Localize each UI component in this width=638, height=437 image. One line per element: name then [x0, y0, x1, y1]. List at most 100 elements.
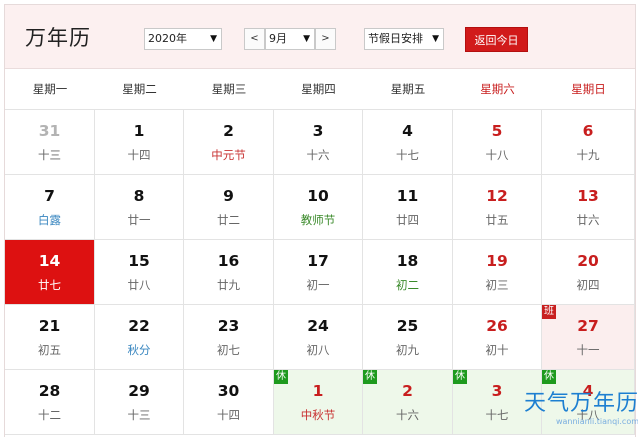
- lunar-date: 廿五: [485, 213, 509, 227]
- day-cell[interactable]: 休 2 十六: [363, 370, 453, 435]
- day-cell[interactable]: 25 初九: [363, 305, 453, 370]
- day-cell[interactable]: 11 廿四: [363, 175, 453, 240]
- weekday-label: 星期四: [301, 82, 336, 96]
- lunar-date: 廿九: [217, 278, 240, 292]
- watermark: 天气万年历 wannianli.tianqi.com: [513, 391, 638, 427]
- day-cell[interactable]: 23 初七: [184, 305, 274, 370]
- lunar-date: 初九: [396, 343, 419, 357]
- lunar-date: 十七: [396, 148, 419, 162]
- back-to-today-button[interactable]: 返回今日: [465, 27, 528, 52]
- lunar-date: 十三: [127, 408, 151, 422]
- day-cell[interactable]: 21 初五: [5, 305, 95, 370]
- prev-month-button[interactable]: <: [244, 28, 265, 50]
- lunar-date: 教师节: [300, 213, 336, 227]
- day-number: 13: [577, 187, 599, 205]
- lunar-date: 初七: [217, 343, 240, 357]
- day-cell[interactable]: 22 秋分: [95, 305, 184, 370]
- lunar-date: 十九: [576, 148, 600, 162]
- lunar-date: 白露: [38, 213, 61, 227]
- lunar-date: 廿一: [127, 213, 151, 227]
- day-number: 7: [44, 187, 55, 205]
- day-cell[interactable]: 17 初一: [274, 240, 363, 305]
- lunar-date: 十一: [576, 343, 600, 357]
- day-cell[interactable]: 10 教师节: [274, 175, 363, 240]
- day-number: 19: [486, 252, 508, 270]
- day-number: 14: [38, 252, 61, 270]
- calendar-widget: 万年历 2020年 ▼ < 9月 ▼ > 节假日安排 ▼ 返回今日 星期一 星期二…: [4, 4, 638, 437]
- holiday-select-value: 节假日安排: [368, 32, 423, 45]
- day-cell[interactable]: 休 1 中秋节: [274, 370, 363, 435]
- day-cell[interactable]: 5 十八: [453, 110, 542, 175]
- day-cell-today[interactable]: 14 廿七: [5, 240, 95, 305]
- day-cell[interactable]: 29 十三: [95, 370, 184, 435]
- weekday-label: 星期日: [571, 82, 606, 96]
- day-cell[interactable]: 30 十四: [184, 370, 274, 435]
- day-cell[interactable]: 16 廿九: [184, 240, 274, 305]
- lunar-date: 廿七: [38, 278, 61, 292]
- lunar-date: 十二: [38, 408, 61, 422]
- next-month-button[interactable]: >: [315, 28, 336, 50]
- day-cell[interactable]: 班 27 十一: [542, 305, 635, 370]
- lunar-date: 十八: [485, 148, 509, 162]
- day-number: 8: [133, 187, 145, 205]
- weekday-label: 星期二: [122, 82, 157, 96]
- day-cell[interactable]: 26 初十: [453, 305, 542, 370]
- month-select[interactable]: 9月 ▼: [265, 28, 315, 50]
- day-number: 25: [396, 317, 419, 335]
- day-number: 28: [38, 382, 61, 400]
- day-cell[interactable]: 7 白露: [5, 175, 95, 240]
- day-number: 2: [223, 122, 234, 140]
- day-number: 12: [486, 187, 508, 205]
- lunar-date: 秋分: [127, 343, 151, 357]
- lunar-date: 廿八: [127, 278, 151, 292]
- day-cell[interactable]: 4 十七: [363, 110, 453, 175]
- lunar-date: 十六: [396, 408, 419, 422]
- year-select[interactable]: 2020年 ▼: [144, 28, 222, 50]
- day-cell[interactable]: 8 廿一: [95, 175, 184, 240]
- day-cell[interactable]: 13 廿六: [542, 175, 635, 240]
- day-cell[interactable]: 9 廿二: [184, 175, 274, 240]
- day-number: 20: [577, 252, 599, 270]
- lunar-date: 初八: [306, 343, 330, 357]
- day-cell[interactable]: 3 十六: [274, 110, 363, 175]
- day-cell[interactable]: 31 十三: [5, 110, 95, 175]
- day-number: 27: [577, 317, 599, 335]
- holiday-select[interactable]: 节假日安排 ▼: [364, 28, 444, 50]
- weekday-header-row: 星期一 星期二 星期三 星期四 星期五 星期六 星期日: [5, 69, 635, 110]
- day-number: 24: [307, 317, 329, 335]
- day-cell[interactable]: 18 初二: [363, 240, 453, 305]
- day-number: 16: [217, 252, 240, 270]
- page-title: 万年历: [25, 26, 91, 50]
- day-number: 29: [128, 382, 150, 400]
- day-cell[interactable]: 28 十二: [5, 370, 95, 435]
- lunar-date: 初二: [396, 278, 419, 292]
- day-number: 11: [396, 187, 419, 205]
- day-number: 4: [402, 122, 413, 140]
- day-number: 23: [217, 317, 240, 335]
- lunar-date: 中秋节: [300, 408, 336, 422]
- lunar-date: 初四: [576, 278, 600, 292]
- day-number: 15: [128, 252, 150, 270]
- day-cell[interactable]: 20 初四: [542, 240, 635, 305]
- lunar-date: 十三: [38, 148, 61, 162]
- lunar-date: 初五: [38, 343, 61, 357]
- day-cell[interactable]: 6 十九: [542, 110, 635, 175]
- calendar-header: 万年历 2020年 ▼ < 9月 ▼ > 节假日安排 ▼ 返回今日: [5, 5, 635, 69]
- chevron-down-icon: ▼: [432, 34, 439, 44]
- day-number: 17: [307, 252, 329, 270]
- month-select-value: 9月: [269, 32, 287, 45]
- day-cell[interactable]: 24 初八: [274, 305, 363, 370]
- lunar-date: 初三: [485, 278, 509, 292]
- day-number: 31: [38, 122, 61, 140]
- day-cell[interactable]: 2 中元节: [184, 110, 274, 175]
- day-number: 6: [582, 122, 594, 140]
- day-cell[interactable]: 1 十四: [95, 110, 184, 175]
- chevron-down-icon: ▼: [210, 34, 217, 44]
- day-cell[interactable]: 15 廿八: [95, 240, 184, 305]
- day-cell[interactable]: 19 初三: [453, 240, 542, 305]
- day-number: 1: [312, 382, 324, 400]
- weekday-label: 星期三: [211, 82, 247, 96]
- year-select-value: 2020年: [148, 32, 187, 45]
- day-number: 30: [217, 382, 240, 400]
- day-cell[interactable]: 12 廿五: [453, 175, 542, 240]
